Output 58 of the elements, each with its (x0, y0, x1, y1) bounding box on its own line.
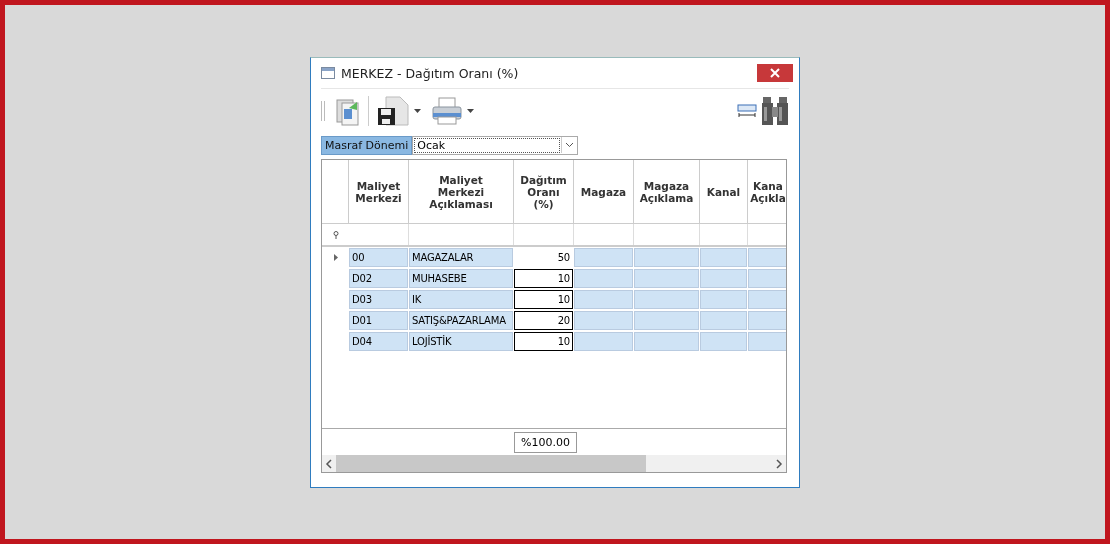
column-header[interactable]: Maliyet Merkezi (349, 160, 409, 223)
table-cell (700, 311, 747, 330)
table-cell: D01 (349, 311, 408, 330)
table-cell: IK (409, 290, 513, 309)
table-cell: D02 (349, 269, 408, 288)
scrollbar-thumb[interactable] (336, 455, 646, 472)
table-cell (700, 290, 747, 309)
table-cell: LOJİSTİK (409, 332, 513, 351)
column-width-icon[interactable] (737, 104, 757, 118)
table-cell: SATIŞ&PAZARLAMA (409, 311, 513, 330)
table-cell (574, 332, 633, 351)
table-cell (574, 248, 633, 267)
binoculars-icon[interactable] (761, 95, 789, 127)
save-icon[interactable] (376, 95, 410, 127)
column-header[interactable]: Maliyet Merkezi Açıklaması (409, 160, 514, 223)
table-cell (574, 311, 633, 330)
table-cell: MUHASEBE (409, 269, 513, 288)
table-cell (634, 269, 699, 288)
table-cell (700, 248, 747, 267)
table-cell (700, 269, 747, 288)
rate-input[interactable]: 10 (514, 332, 573, 351)
table-cell (700, 332, 747, 351)
table-cell (574, 290, 633, 309)
total-cell: %100.00 (514, 431, 577, 453)
table-cell: 00 (349, 248, 408, 267)
table-cell (748, 269, 786, 288)
period-dropdown[interactable]: Ocak (412, 135, 579, 155)
documents-icon[interactable] (333, 96, 361, 126)
table-cell (634, 290, 699, 309)
close-button[interactable] (757, 64, 793, 82)
caret-icon[interactable] (414, 109, 421, 113)
table-cell (634, 332, 699, 351)
column-header[interactable]: Magaza (574, 160, 634, 223)
column-header[interactable]: Dağıtım Oranı (%) (514, 160, 574, 223)
table-cell (634, 248, 699, 267)
table-cell (748, 332, 786, 351)
close-icon[interactable] (770, 68, 780, 78)
table-cell: D03 (349, 290, 408, 309)
table-cell: D04 (349, 332, 408, 351)
column-header[interactable]: Kanal (700, 160, 748, 223)
rate-input[interactable]: 10 (514, 290, 573, 309)
table-cell (748, 290, 786, 309)
table-cell: MAGAZALAR (409, 248, 513, 267)
table-cell (748, 248, 786, 267)
filter-row-icon (332, 230, 339, 239)
rate-input[interactable]: 10 (514, 269, 573, 288)
filter-label: Masraf Dönemi (321, 135, 413, 155)
rate-input[interactable]: 20 (514, 311, 573, 330)
horizontal-scrollbar[interactable] (322, 455, 786, 472)
column-header[interactable]: Kana Açıkla (748, 160, 786, 223)
column-header[interactable]: Magaza Açıklama (634, 160, 700, 223)
window-title: MERKEZ - Dağıtım Oranı (%) (341, 65, 520, 81)
caret-icon[interactable] (467, 109, 474, 113)
table-cell (574, 269, 633, 288)
table-cell (634, 311, 699, 330)
table-cell (748, 311, 786, 330)
toolbar-grip (321, 101, 325, 121)
window-icon (321, 67, 335, 79)
